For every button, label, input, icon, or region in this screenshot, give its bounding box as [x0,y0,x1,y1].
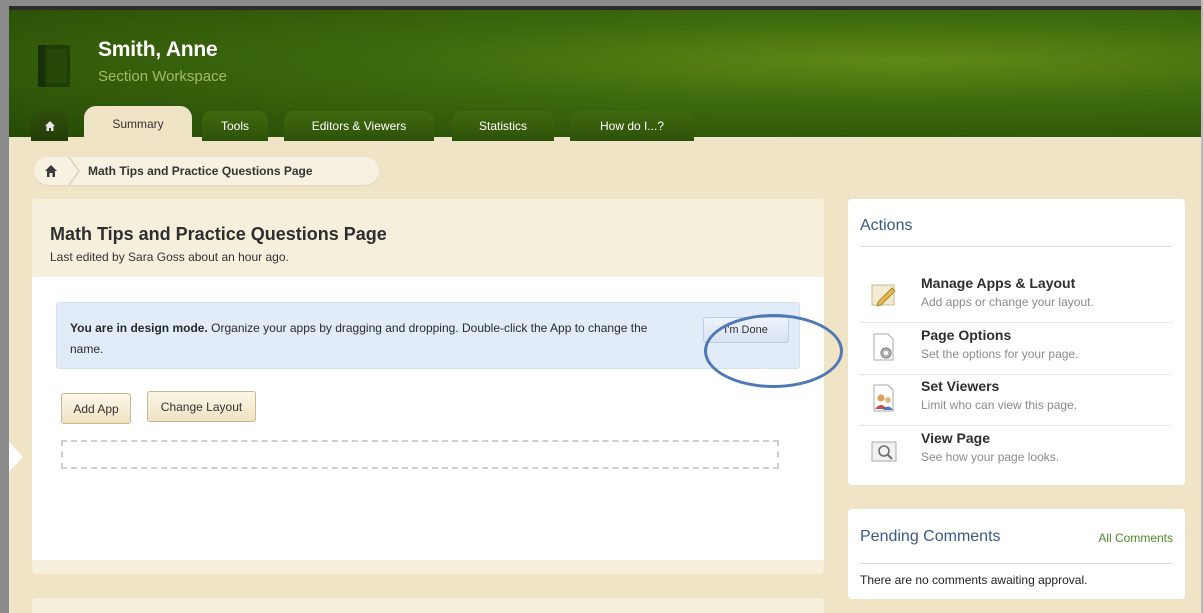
design-mode-bold: You are in design mode. [70,321,208,335]
action-view-page[interactable]: View Page See how your page looks. [860,430,1172,478]
action-set-viewers[interactable]: Set Viewers Limit who can view this page… [860,378,1172,426]
magnifier-page-icon [871,441,897,462]
action-manage-apps-layout[interactable]: Manage Apps & Layout Add apps or change … [860,275,1172,323]
page-footer-bar [32,560,824,574]
tab-summary[interactable]: Summary [84,106,192,141]
side-expand-tab[interactable] [9,442,23,472]
divider [860,563,1172,564]
im-done-button[interactable]: I'm Done [703,317,789,343]
change-layout-button[interactable]: Change Layout [147,391,256,422]
breadcrumb-separator [68,157,80,185]
last-edited-text: Last edited by Sara Goss about an hour a… [50,250,289,264]
breadcrumb-current[interactable]: Math Tips and Practice Questions Page [88,164,313,178]
page-design-area: You are in design mode. Organize your ap… [32,277,843,560]
add-app-button[interactable]: Add App [61,393,131,424]
all-comments-link[interactable]: All Comments [1098,531,1173,545]
action-description: Set the options for your page. [921,347,1079,361]
design-mode-message: You are in design mode. Organize your ap… [70,318,660,360]
tab-how-do-i[interactable]: How do I...? [570,111,694,141]
gear-page-icon [873,333,894,361]
page-header: Math Tips and Practice Questions Page La… [32,199,824,277]
comments-title: Pending Comments [860,528,1001,545]
app-drop-zone[interactable] [61,440,779,469]
workspace-label: Section Workspace [98,68,227,85]
people-icon [873,384,894,412]
page-title: Math Tips and Practice Questions Page [50,224,387,244]
action-description: Limit who can view this page. [921,398,1078,412]
action-label: View Page [921,430,991,446]
book-icon [38,45,70,87]
home-icon[interactable] [43,163,59,179]
action-label: Manage Apps & Layout [921,275,1076,291]
design-mode-notice: You are in design mode. Organize your ap… [56,302,843,388]
divider [860,246,1172,247]
action-label: Page Options [921,327,1012,343]
breadcrumb: Math Tips and Practice Questions Page [34,157,379,185]
tab-bar: Summary Tools Editors & Viewers Statisti… [9,106,1203,141]
action-label: Set Viewers [921,378,1000,394]
next-panel [32,598,824,613]
action-page-options[interactable]: Page Options Set the options for your pa… [860,327,1172,375]
comments-empty-text: There are no comments awaiting approval. [860,573,1088,587]
pencil-icon [871,284,896,307]
tab-home[interactable] [31,111,68,141]
tab-editors-viewers[interactable]: Editors & Viewers [284,111,434,141]
home-icon [44,121,55,131]
tab-statistics[interactable]: Statistics [452,111,554,141]
pending-comments-panel: Pending Comments All Comments There are … [848,509,1185,599]
actions-panel: Actions Manage Apps & Layout Add apps or… [848,199,1185,485]
action-description: See how your page looks. [921,450,1060,464]
app-window: Smith, Anne Section Workspace Summary To… [0,0,1203,613]
action-description: Add apps or change your layout. [921,295,1094,309]
workspace-header: Smith, Anne Section Workspace Summary To… [9,6,1203,141]
actions-title: Actions [860,217,913,234]
tab-tools[interactable]: Tools [202,111,268,141]
user-name: Smith, Anne [98,38,218,61]
